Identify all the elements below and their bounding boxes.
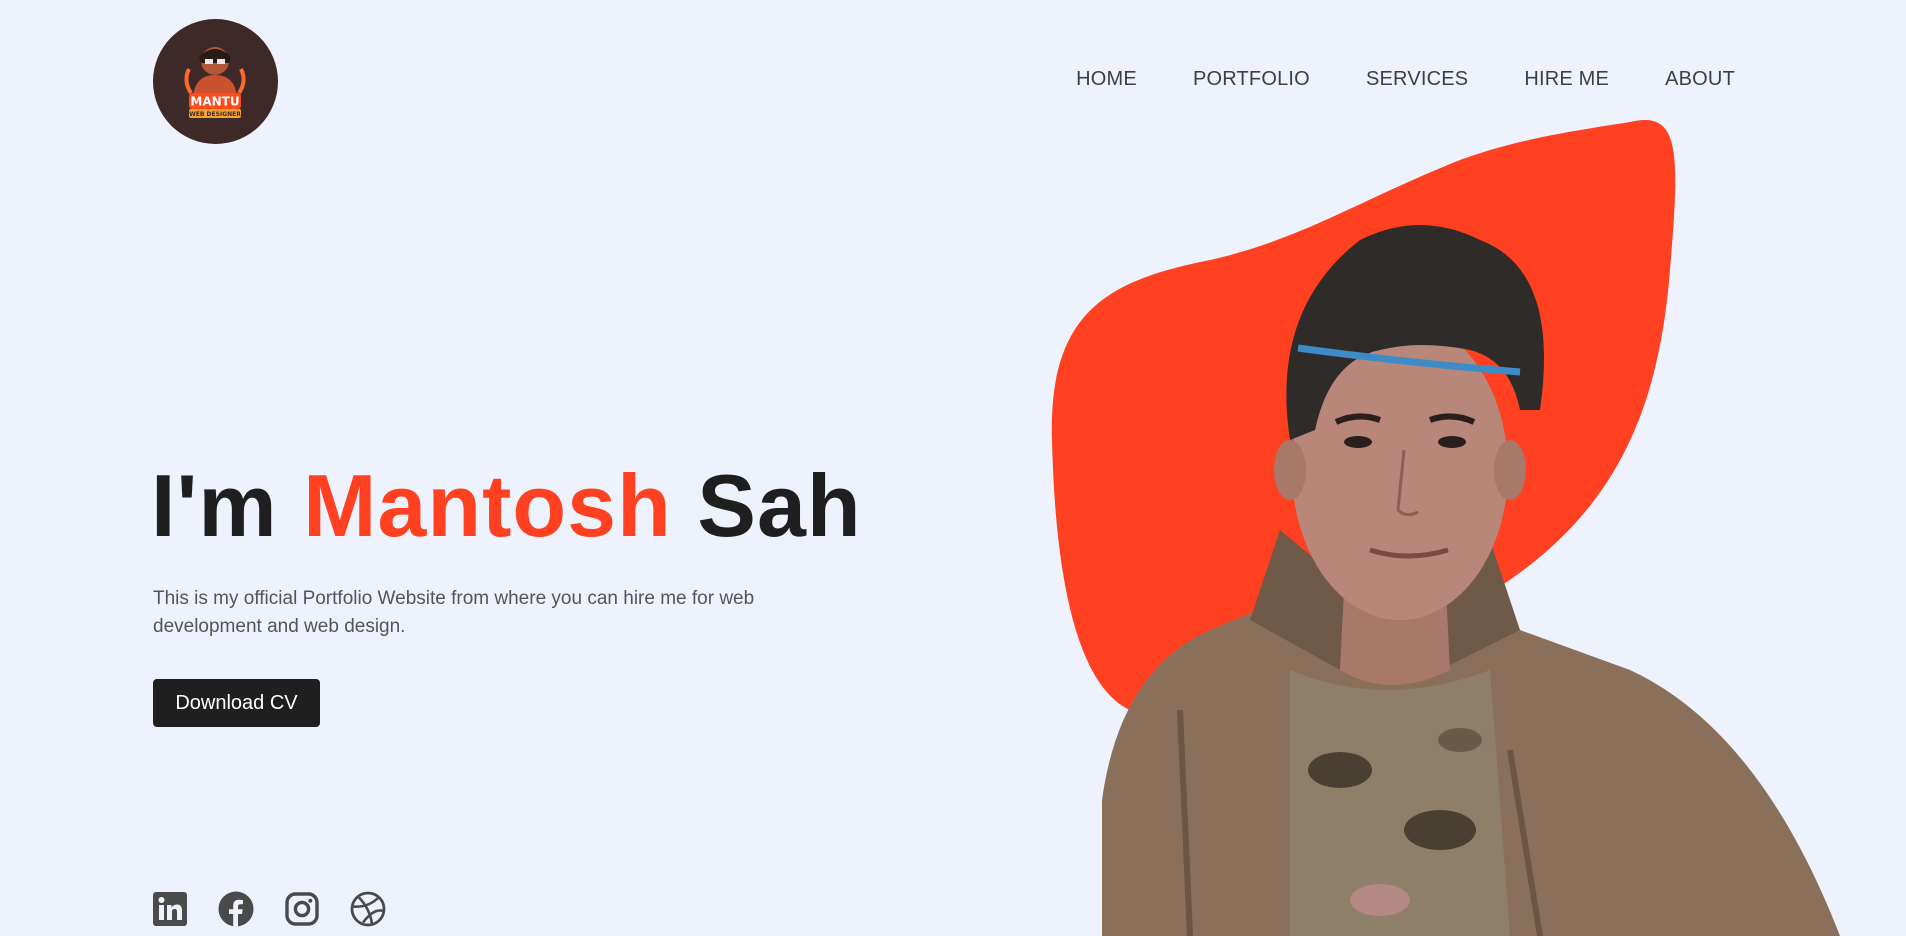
linkedin-icon[interactable] <box>152 891 188 927</box>
instagram-icon[interactable] <box>284 891 320 927</box>
nav-hire-me-link[interactable]: HIRE ME <box>1524 68 1609 91</box>
logo-text-sub: WEB DESIGNER <box>189 111 241 118</box>
hero-description: This is my official Portfolio Website fr… <box>153 588 755 637</box>
hero-title-name: Mantosh <box>303 456 672 555</box>
hero-title-suffix: Sah <box>697 456 862 555</box>
hero-title: I'm Mantosh Sah <box>151 462 862 550</box>
nav-about-link[interactable]: ABOUT <box>1665 68 1735 91</box>
dribbble-icon[interactable] <box>350 891 386 927</box>
mantu-logo-icon: MANTU WEB DESIGNER <box>184 47 246 118</box>
facebook-icon[interactable] <box>218 891 254 927</box>
hero-portrait-image <box>1051 119 1840 936</box>
download-cv-button[interactable]: Download CV <box>153 679 320 727</box>
hero-title-prefix: I'm <box>151 456 278 555</box>
site-logo[interactable]: MANTU WEB DESIGNER <box>153 19 278 144</box>
nav-portfolio-link[interactable]: PORTFOLIO <box>1193 68 1310 91</box>
nav-services-link[interactable]: SERVICES <box>1366 68 1468 91</box>
social-links <box>152 891 386 927</box>
nav-home-link[interactable]: HOME <box>1076 68 1137 91</box>
logo-text-main: MANTU <box>190 95 239 109</box>
main-nav: HOME PORTFOLIO SERVICES HIRE ME ABOUT <box>1076 68 1735 91</box>
